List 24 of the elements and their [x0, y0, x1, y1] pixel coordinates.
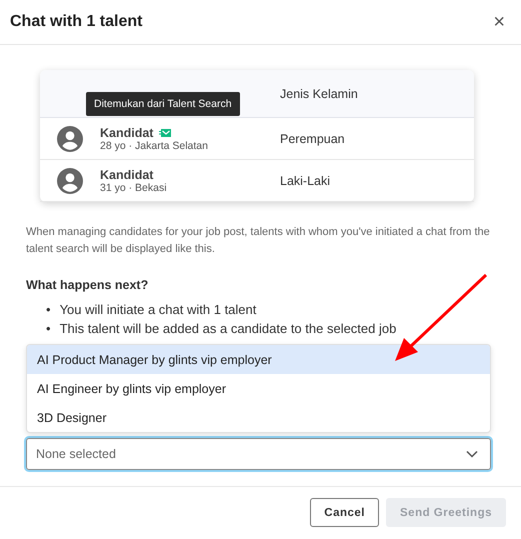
bullet-marker: •: [46, 301, 51, 319]
dropdown-option[interactable]: AI Engineer by glints vip employer: [27, 374, 490, 403]
candidate-details: 28 yo · Jakarta Selatan: [100, 140, 209, 152]
tooltip: Ditemukan dari Talent Search: [86, 92, 240, 116]
gender-cell-text: Perempuan: [280, 132, 346, 146]
gender-cell-text: Laki-Laki: [280, 174, 332, 188]
section-heading: What happens next?: [26, 278, 150, 292]
candidate-name: Kandidat: [100, 126, 154, 140]
avatar-icon: [57, 126, 83, 152]
dropdown-option[interactable]: AI Product Manager by glints vip employer: [27, 345, 490, 374]
dropdown-option[interactable]: 3D Designer: [27, 403, 490, 432]
chevron-down-icon: [466, 450, 478, 458]
candidate-details: 31 yo · Bekasi: [100, 182, 168, 194]
candidate-name: Kandidat: [100, 168, 154, 182]
column-header: Jenis Kelamin: [280, 86, 359, 100]
cancel-button[interactable]: Cancel: [310, 498, 379, 527]
dialog-title: Chat with 1 talent: [10, 13, 142, 31]
description-text: When managing candidates for your job post, talents with whom you've initiated a chat from the talent search will be displayed like this.: [26, 225, 491, 257]
bullet-item: This talent will be added as a candidate to the selected job: [60, 320, 396, 338]
close-button[interactable]: ×: [493, 10, 505, 34]
job-select[interactable]: None selected: [26, 438, 491, 470]
bullet-item: You will initiate a chat with 1 talent: [60, 301, 256, 319]
bullet-marker: •: [46, 320, 51, 338]
avatar-icon: [57, 168, 83, 194]
